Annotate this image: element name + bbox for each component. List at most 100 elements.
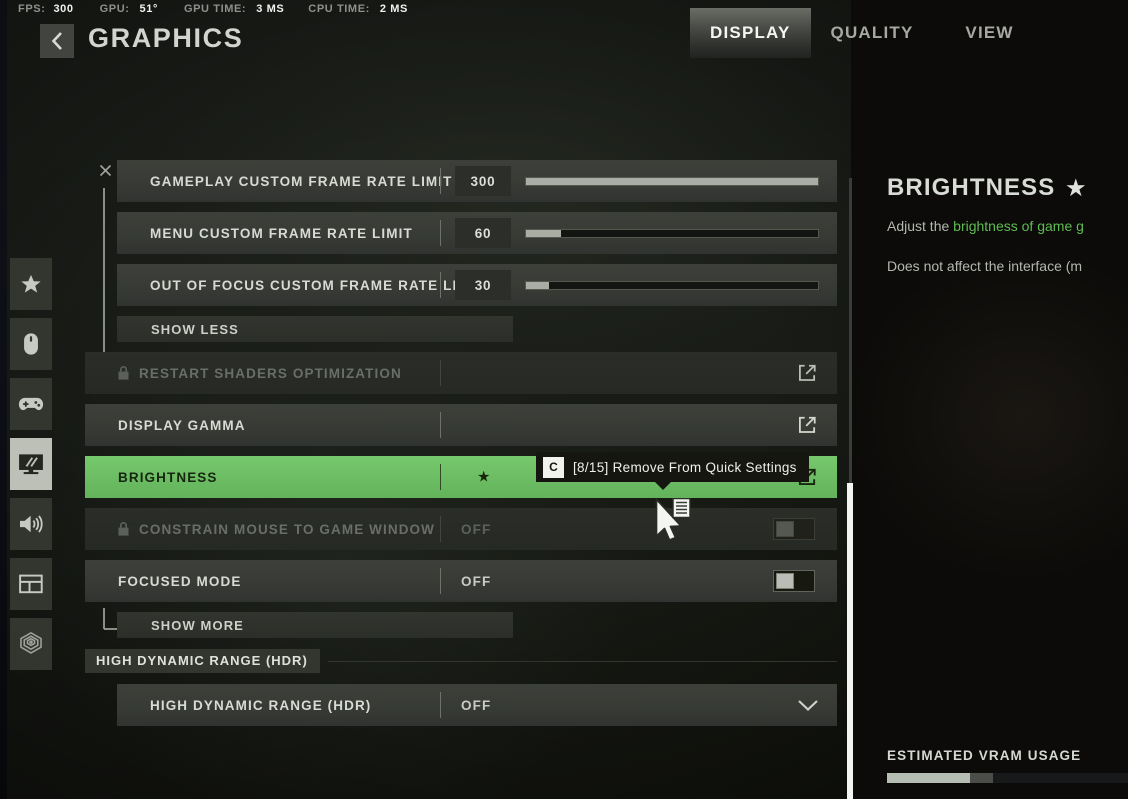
row-control-area: OFF (441, 684, 837, 726)
focused-mode-toggle[interactable] (773, 570, 815, 592)
perf-cpu-time-value: 2 MS (379, 3, 408, 15)
setting-label: DISPLAY GAMMA (118, 417, 246, 433)
show-more-button[interactable]: SHOW MORE (117, 612, 513, 638)
page-title: GRAPHICS (88, 23, 244, 53)
external-link-icon[interactable] (798, 364, 817, 383)
section-header-rule (327, 660, 837, 662)
frame-rate-slider[interactable] (525, 176, 819, 186)
frame-rate-slider[interactable] (525, 228, 819, 238)
setting-label: OUT OF FOCUS CUSTOM FRAME RATE LIMIT (150, 277, 484, 293)
favorite-star-icon: ★ (1066, 176, 1087, 200)
rail-item-audio[interactable] (10, 498, 52, 550)
lock-icon (118, 522, 129, 536)
perf-cpu-time-key: CPU TIME: (308, 3, 370, 15)
rail-item-mouse-keyboard[interactable] (10, 318, 52, 370)
value-box[interactable]: 30 (455, 270, 511, 300)
info-panel-description-line-2: Does not affect the interface (m (887, 258, 1083, 274)
keybind-badge: C (543, 456, 564, 478)
show-less-button[interactable]: SHOW LESS (117, 316, 513, 342)
mouse-icon (24, 333, 38, 355)
setting-label: GAMEPLAY CUSTOM FRAME RATE LIMIT (150, 173, 453, 189)
row-control-area: 30 (441, 264, 837, 306)
value-box[interactable]: 300 (455, 166, 511, 196)
tooltip-arrow (654, 481, 672, 490)
rail-item-favorites[interactable] (10, 258, 52, 310)
rail-item-accessibility[interactable] (10, 618, 52, 670)
setting-value: OFF (461, 521, 492, 537)
perf-stat-cpu-time: CPU TIME: 2 MS (308, 3, 408, 15)
lock-icon (118, 366, 129, 380)
vram-usage-label: ESTIMATED VRAM USAGE (887, 748, 1082, 763)
perf-stat-gpu: GPU: 51° (100, 3, 158, 15)
setting-row-focused-mode[interactable]: FOCUSED MODE OFF (85, 560, 837, 602)
perf-fps-value: 300 (53, 3, 74, 15)
info-panel-description-line-1: Adjust the brightness of game g (887, 218, 1084, 234)
perf-fps-key: FPS: (18, 3, 46, 15)
perf-gpu-value: 51° (139, 3, 158, 15)
row-control-area: OFF (441, 560, 837, 602)
setting-row-gameplay-frame-rate[interactable]: GAMEPLAY CUSTOM FRAME RATE LIMIT 300 (117, 160, 837, 202)
row-control-area (441, 352, 837, 394)
rail-item-controller[interactable] (10, 378, 52, 430)
external-link-icon[interactable] (798, 416, 817, 435)
setting-row-out-of-focus-frame-rate[interactable]: OUT OF FOCUS CUSTOM FRAME RATE LIMIT 30 (117, 264, 837, 306)
info-description-highlight: brightness of game g (953, 218, 1084, 234)
section-header-label: HIGH DYNAMIC RANGE (HDR) (85, 649, 320, 673)
settings-scrollbar-thumb[interactable] (847, 483, 853, 799)
setting-label: FOCUSED MODE (118, 573, 242, 589)
back-button[interactable] (40, 24, 74, 58)
toggle-knob (776, 573, 794, 589)
info-description-prefix: Adjust the (887, 218, 954, 234)
radar-icon (20, 631, 42, 654)
constrain-mouse-toggle[interactable] (773, 518, 815, 540)
setting-row-display-gamma[interactable]: DISPLAY GAMMA (85, 404, 837, 446)
category-rail (10, 258, 52, 678)
tooltip-text: [8/15] Remove From Quick Settings (573, 459, 797, 475)
vram-usage-section: ESTIMATED VRAM USAGE (887, 748, 1128, 783)
frame-rate-slider[interactable] (525, 280, 819, 290)
hud-panel-icon (19, 574, 43, 594)
performance-overlay: FPS: 300 GPU: 51° GPU TIME: 3 MS CPU TIM… (0, 0, 1128, 18)
rail-item-interface[interactable] (10, 558, 52, 610)
setting-value: OFF (461, 697, 492, 713)
setting-label: CONSTRAIN MOUSE TO GAME WINDOW (139, 521, 435, 537)
perf-gpu-key: GPU: (99, 3, 130, 15)
info-panel: BRIGHTNESS ★ Adjust the brightness of ga… (851, 0, 1128, 799)
perf-gpu-time-value: 3 MS (256, 3, 285, 15)
chevron-down-icon[interactable] (797, 698, 819, 712)
vram-bar-fill (887, 773, 971, 783)
speaker-icon (20, 515, 43, 533)
monitor-icon (19, 454, 43, 475)
toggle-knob (776, 521, 794, 537)
row-control-area: OFF (441, 508, 837, 550)
graphics-settings-screen: BRIGHTNESS ★ Adjust the brightness of ga… (0, 0, 1128, 799)
setting-row-restart-shaders-optimization[interactable]: RESTART SHADERS OPTIMIZATION (85, 352, 837, 394)
star-icon (21, 274, 41, 293)
vram-bar-secondary (970, 773, 993, 783)
setting-label: HIGH DYNAMIC RANGE (HDR) (150, 697, 372, 713)
row-control-area (441, 404, 837, 446)
setting-value: OFF (461, 573, 492, 589)
vram-usage-bar (887, 773, 1128, 783)
slider-fill (526, 281, 550, 289)
setting-label: RESTART SHADERS OPTIMIZATION (139, 365, 402, 381)
chevron-left-icon (51, 32, 62, 50)
setting-row-high-dynamic-range[interactable]: HIGH DYNAMIC RANGE (HDR) OFF (117, 684, 837, 726)
info-panel-title: BRIGHTNESS ★ (887, 174, 1086, 202)
perf-stat-gpu-time: GPU TIME: 3 MS (184, 3, 284, 15)
row-control-area: 300 (441, 160, 837, 202)
section-header-hdr: HIGH DYNAMIC RANGE (HDR) (85, 648, 837, 674)
slider-fill (526, 177, 818, 185)
setting-row-menu-frame-rate[interactable]: MENU CUSTOM FRAME RATE LIMIT 60 (117, 212, 837, 254)
info-panel-title-text: BRIGHTNESS (887, 174, 1056, 201)
setting-label: BRIGHTNESS (118, 469, 218, 485)
setting-row-constrain-mouse-to-game-window[interactable]: CONSTRAIN MOUSE TO GAME WINDOW OFF (85, 508, 837, 550)
rail-item-graphics[interactable] (10, 438, 52, 490)
row-control-area: 60 (441, 212, 837, 254)
perf-stat-fps: FPS: 300 (18, 3, 74, 15)
slider-fill (526, 229, 562, 237)
quick-settings-tooltip: C [8/15] Remove From Quick Settings (536, 452, 809, 490)
value-box[interactable]: 60 (455, 218, 511, 248)
setting-label: MENU CUSTOM FRAME RATE LIMIT (150, 225, 413, 241)
gamepad-icon (18, 397, 44, 411)
